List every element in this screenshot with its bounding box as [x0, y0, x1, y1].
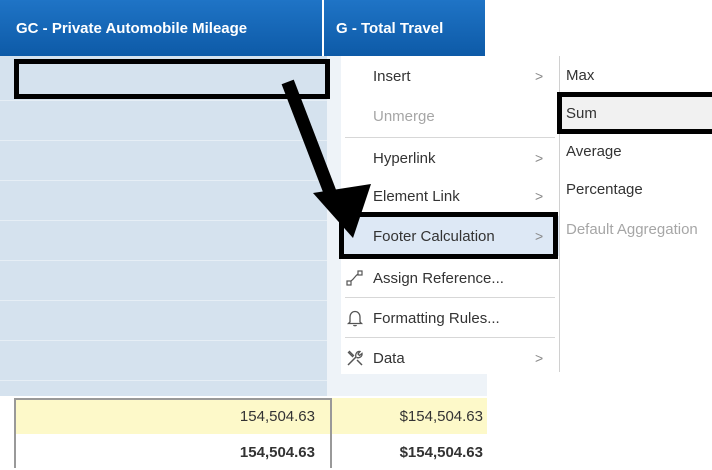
- annotation-arrow: [281, 79, 371, 238]
